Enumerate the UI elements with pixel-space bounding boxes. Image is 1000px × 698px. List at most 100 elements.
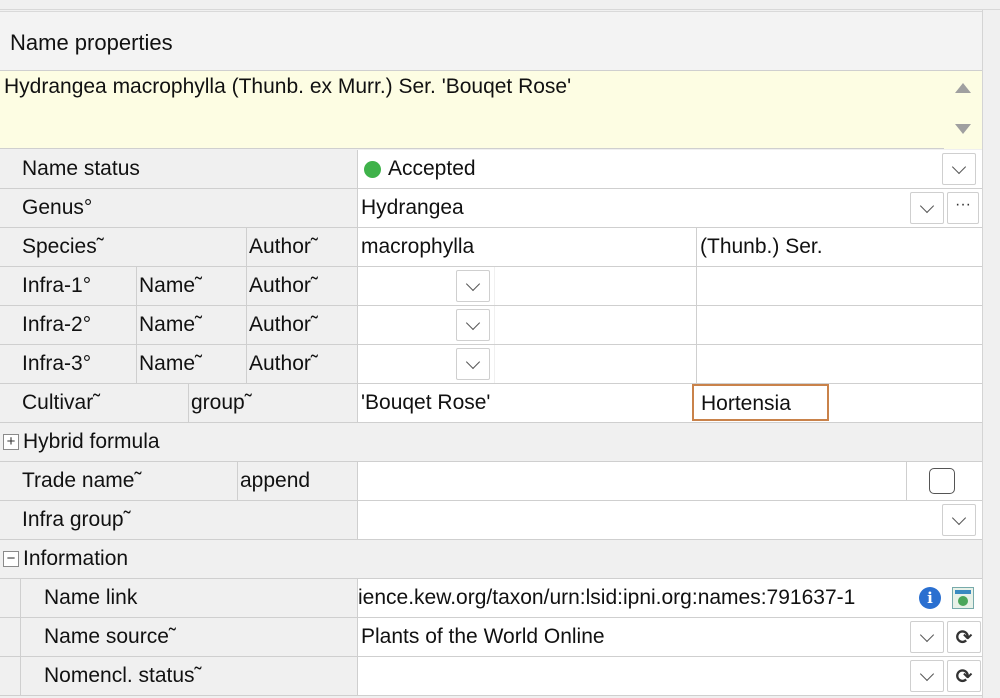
refresh-icon[interactable]: ⟳	[947, 621, 981, 653]
infra-1-author-input[interactable]	[697, 267, 982, 305]
species-input[interactable]: macrophylla	[358, 228, 696, 266]
infra-1-name-label: Name˜	[139, 274, 203, 297]
name-properties-panel: Name properties Hydrangea macrophylla (T…	[0, 0, 1000, 698]
chevron-down-icon	[951, 510, 967, 526]
infra-2-label: Infra-2°	[22, 313, 92, 336]
infra-1-label: Infra-1°	[22, 274, 92, 297]
row-infra-1: Infra-1° Name˜ Author˜	[0, 267, 982, 306]
row-hybrid-formula[interactable]: + Hybrid formula	[0, 423, 982, 462]
infra-1-dropdown-button[interactable]	[456, 270, 490, 302]
infra-2-name-label: Name˜	[139, 313, 203, 336]
row-information[interactable]: − Information	[0, 540, 982, 579]
row-genus: Genus° Hydrangea ···	[0, 189, 982, 228]
hybrid-formula-label: Hybrid formula	[23, 430, 160, 453]
nomencl-status-label: Nomencl. status˜	[44, 664, 202, 687]
infra-3-dropdown-button[interactable]	[456, 348, 490, 380]
panel-title: Name properties	[10, 30, 173, 55]
infra-1-rank-select[interactable]	[358, 267, 494, 305]
right-scroll-edge[interactable]	[982, 10, 1000, 698]
full-name-text: Hydrangea macrophylla (Thunb. ex Murr.) …	[4, 75, 572, 98]
name-status-value: Accepted	[388, 157, 476, 180]
infra-3-name-input[interactable]	[495, 345, 696, 383]
row-infra-2: Infra-2° Name˜ Author˜	[0, 306, 982, 345]
infra-2-name-input[interactable]	[495, 306, 696, 344]
append-checkbox[interactable]	[929, 468, 955, 494]
species-value: macrophylla	[361, 235, 475, 258]
refresh-icon[interactable]: ⟳	[947, 660, 981, 692]
cultivar-label: Cultivar˜	[22, 391, 101, 414]
species-author-input[interactable]: (Thunb.) Ser.	[697, 228, 982, 266]
cultivar-group-value: Hortensia	[701, 392, 791, 415]
top-strip	[0, 0, 1000, 10]
infra-2-author-label: Author˜	[249, 313, 318, 336]
name-link-input[interactable]: ience.kew.org/taxon/urn:lsid:ipni.org:na…	[358, 579, 982, 617]
genus-select[interactable]: Hydrangea ···	[358, 189, 982, 227]
infra-3-author-input[interactable]	[697, 345, 982, 383]
row-species: Species˜ Author˜ macrophylla (Thunb.) Se…	[0, 228, 982, 267]
row-name-link: Name link ience.kew.org/taxon/urn:lsid:i…	[0, 579, 982, 618]
row-cultivar: Cultivar˜ group˜ 'Bouqet Rose' Hortensia	[0, 384, 982, 423]
cultivar-value: 'Bouqet Rose'	[361, 391, 491, 414]
name-source-select[interactable]: Plants of the World Online ⟳	[358, 618, 982, 656]
row-name-status: Name status Accepted	[0, 150, 982, 189]
status-dot-icon	[364, 161, 381, 178]
collapse-icon[interactable]: −	[3, 551, 19, 567]
nomencl-status-dropdown-button[interactable]	[910, 660, 944, 692]
cultivar-group-input[interactable]: Hortensia	[692, 384, 829, 421]
genus-dropdown-button[interactable]	[910, 192, 944, 224]
chevron-down-icon	[465, 276, 481, 292]
cultivar-input[interactable]: 'Bouqet Rose'	[358, 384, 692, 422]
name-status-label: Name status	[22, 157, 140, 180]
row-name-source: Name source˜ Plants of the World Online …	[0, 618, 982, 657]
trade-name-input[interactable]	[358, 462, 906, 500]
scroll-up-icon[interactable]	[955, 83, 971, 93]
genus-more-button[interactable]: ···	[947, 192, 979, 224]
genus-label: Genus°	[22, 196, 93, 219]
append-checkbox-cell	[907, 462, 982, 500]
name-link-value: ience.kew.org/taxon/urn:lsid:ipni.org:na…	[358, 586, 856, 609]
chevron-down-icon	[919, 627, 935, 643]
name-source-value: Plants of the World Online	[361, 625, 605, 648]
infra-3-author-label: Author˜	[249, 352, 318, 375]
infra-3-name-label: Name˜	[139, 352, 203, 375]
name-link-label: Name link	[44, 586, 138, 609]
infra-group-select[interactable]	[358, 501, 982, 539]
infra-group-dropdown-button[interactable]	[942, 504, 976, 536]
panel-header: Name properties	[0, 11, 982, 71]
chevron-down-icon	[919, 198, 935, 214]
species-label: Species˜	[22, 235, 104, 258]
infra-3-rank-select[interactable]	[358, 345, 494, 383]
infra-1-name-input[interactable]	[495, 267, 696, 305]
cultivar-group-label: group˜	[191, 391, 252, 414]
chevron-down-icon	[465, 315, 481, 331]
genus-value: Hydrangea	[361, 196, 464, 219]
infra-3-label: Infra-3°	[22, 352, 92, 375]
infra-1-author-label: Author˜	[249, 274, 318, 297]
chevron-down-icon	[951, 159, 967, 175]
name-source-dropdown-button[interactable]	[910, 621, 944, 653]
row-trade-name: Trade name˜ append	[0, 462, 982, 501]
row-infra-3: Infra-3° Name˜ Author˜	[0, 345, 982, 384]
infra-2-author-input[interactable]	[697, 306, 982, 344]
scroll-down-icon[interactable]	[955, 124, 971, 134]
name-status-select[interactable]: Accepted	[358, 150, 982, 188]
row-nomencl-status: Nomencl. status˜ ⟳	[0, 657, 982, 696]
infra-group-label: Infra group˜	[22, 508, 131, 531]
name-source-label: Name source˜	[44, 625, 176, 648]
web-link-icon[interactable]	[952, 587, 974, 609]
nomencl-status-select[interactable]: ⟳	[358, 657, 982, 695]
info-icon[interactable]: i	[919, 587, 941, 609]
infra-2-dropdown-button[interactable]	[456, 309, 490, 341]
trade-name-label: Trade name˜	[22, 469, 142, 492]
trade-name-append-label: append	[240, 469, 311, 492]
full-name-scrollbar[interactable]	[944, 71, 982, 149]
information-label: Information	[23, 547, 129, 570]
name-status-dropdown-button[interactable]	[942, 153, 976, 185]
row-infra-group: Infra group˜	[0, 501, 982, 540]
chevron-down-icon	[919, 666, 935, 682]
species-author-label: Author˜	[249, 235, 318, 258]
infra-2-rank-select[interactable]	[358, 306, 494, 344]
species-author-value: (Thunb.) Ser.	[700, 235, 823, 258]
full-name-display[interactable]: Hydrangea macrophylla (Thunb. ex Murr.) …	[0, 71, 982, 149]
expand-icon[interactable]: +	[3, 434, 19, 450]
